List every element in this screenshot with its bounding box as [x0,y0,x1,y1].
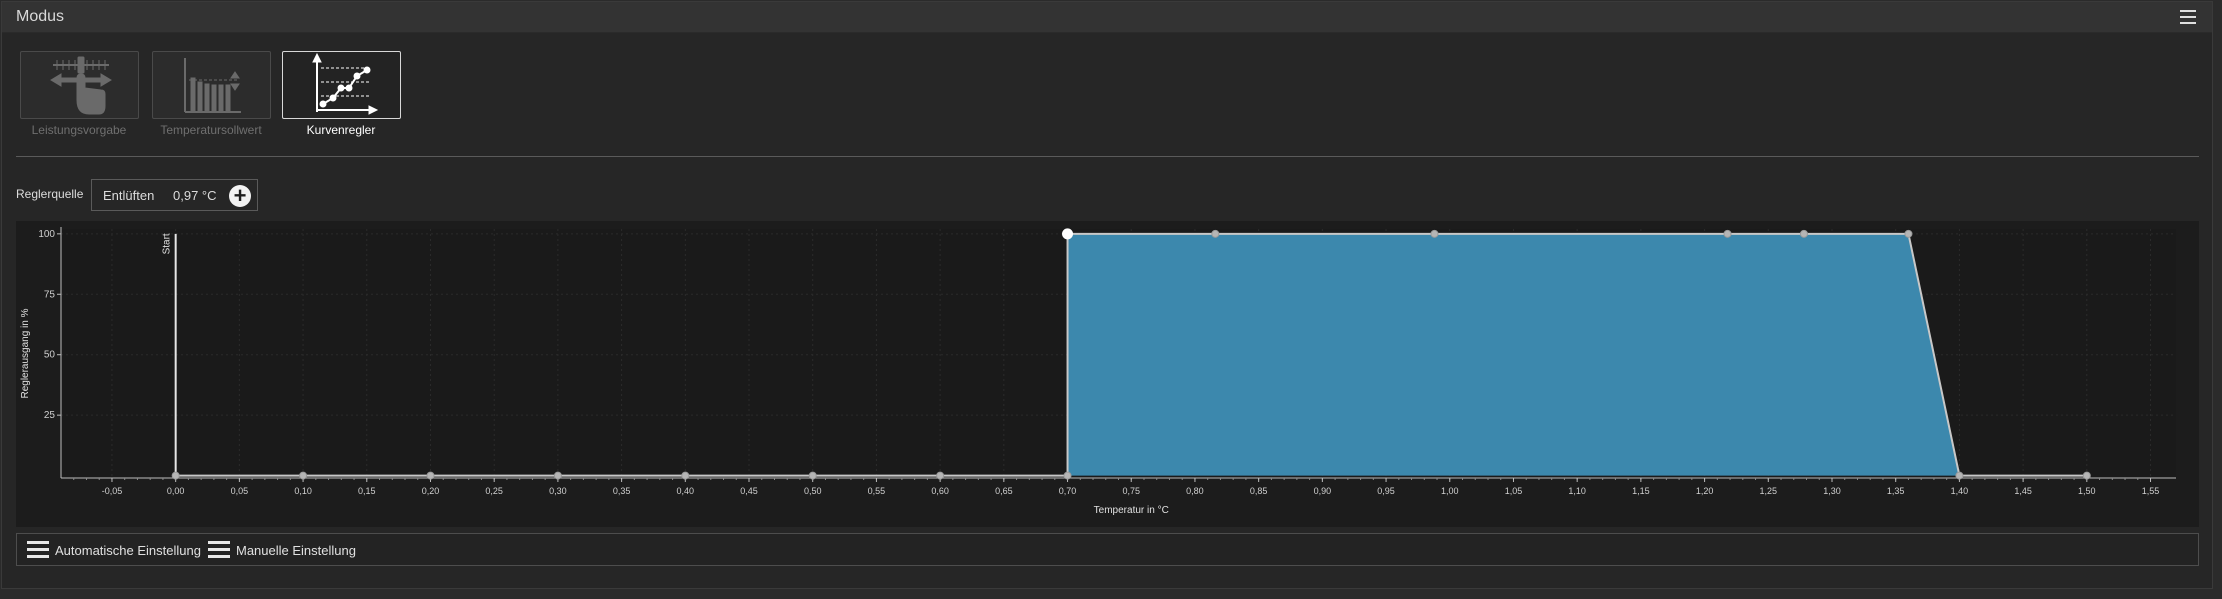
curve-point[interactable] [1723,229,1732,238]
menu-lines-icon [208,541,230,559]
curve-point[interactable] [299,471,308,480]
automatic-setting-label: Automatische Einstellung [55,543,201,558]
curve-point[interactable] [2082,471,2091,480]
manual-setting-label: Manuelle Einstellung [236,543,356,558]
settings-toolbar: Automatische Einstellung Manuelle Einste… [16,533,2199,566]
x-tick-label: 1,45 [2014,486,2032,496]
automatic-setting-button[interactable]: Automatische Einstellung [27,534,201,565]
x-tick-label: 0,40 [677,486,695,496]
mode-button-leistungsvorgabe[interactable] [20,51,139,119]
source-value: 0,97 °C [173,188,217,203]
curve-chart-svg[interactable]: -0,05 0,00 0,05 0,10 0,15 0,20 0,25 0,30 0,35 0,4… [16,221,2199,527]
controller-source-selector[interactable]: Entlüften 0,97 °C + [91,179,258,211]
x-tick-label: 0,55 [868,486,886,496]
mode-label-kurvenregler: Kurvenregler [306,123,376,137]
x-axis-label: Temperatur in °C [1094,505,1169,516]
x-tick-label: 0,90 [1314,486,1332,496]
x-tick-label: 0,10 [294,486,312,496]
curve-point[interactable] [1904,229,1913,238]
x-tick-label: 1,10 [1568,486,1586,496]
curve-point[interactable] [1063,471,1072,480]
start-marker-label: Start [162,233,173,254]
x-tick-label: -0,05 [102,486,123,496]
curve-point[interactable] [1211,229,1220,238]
curve-chart[interactable]: -0,05 0,00 0,05 0,10 0,15 0,20 0,25 0,30 0,35 0,4… [16,221,2199,527]
x-tick-label: 0,85 [1250,486,1268,496]
curve-point[interactable] [426,471,435,480]
x-tick-label: 1,20 [1696,486,1714,496]
x-tick-label: 0,25 [485,486,503,496]
x-tick-label: 1,00 [1441,486,1459,496]
panel-title: Modus [16,8,65,25]
mode-panel: Modus Leistungsvorgabe Temperatursollwer… [1,1,2213,589]
y-tick-label: 50 [44,350,56,361]
x-tick-label: 0,30 [549,486,567,496]
curve-point[interactable] [1799,229,1808,238]
curve-point[interactable] [171,471,180,480]
x-tick-label: 0,75 [1122,486,1140,496]
source-name: Entlüften [103,188,155,203]
curve-point[interactable] [808,471,817,480]
x-tick-label: 1,35 [1887,486,1905,496]
manual-slider-hand-icon [50,56,112,115]
x-tick-label: 1,50 [2078,486,2096,496]
panel-titlebar: Modus [2,2,2212,33]
x-tick-label: 0,05 [231,486,249,496]
x-tick-label: 1,40 [1951,486,1969,496]
y-tick-label: 25 [44,410,56,421]
x-tick-label: 1,15 [1632,486,1650,496]
x-tick-label: 1,25 [1760,486,1778,496]
mode-button-temperatursollwert[interactable] [152,51,271,119]
hamburger-menu-icon[interactable] [2180,10,2196,24]
x-tick-label: 0,20 [422,486,440,496]
y-axis-label: Reglerausgang in % [20,308,31,398]
setpoint-bars-icon [184,58,241,113]
curve-point[interactable] [1955,471,1964,480]
y-tick-label: 100 [38,229,55,240]
x-tick-label: 0,70 [1059,486,1077,496]
controller-source-label: Reglerquelle [16,187,84,201]
menu-lines-icon [27,541,49,559]
x-tick-label: 1,05 [1505,486,1523,496]
mode-button-kurvenregler[interactable] [282,51,401,119]
mode-label-leistungsvorgabe: Leistungsvorgabe [31,123,127,137]
curve-point[interactable] [681,471,690,480]
x-tick-label: 0,50 [804,486,822,496]
manual-setting-button[interactable]: Manuelle Einstellung [208,534,358,565]
x-tick-label: 0,60 [931,486,949,496]
x-tick-label: 0,15 [358,486,376,496]
x-tick-label: 0,35 [613,486,631,496]
x-tick-label: 0,45 [740,486,758,496]
x-tick-label: 1,55 [2142,486,2160,496]
mode-label-temperatursollwert: Temperatursollwert [160,123,262,137]
curve-point[interactable] [936,471,945,480]
x-tick-label: 0,65 [995,486,1013,496]
section-divider [16,156,2199,157]
curve-point[interactable] [1062,228,1074,240]
y-tick-label: 75 [44,289,56,300]
x-tick-label: 0,80 [1186,486,1204,496]
plus-circle-icon[interactable]: + [229,185,251,207]
curve-point[interactable] [1430,229,1439,238]
x-tick-label: 1,30 [1823,486,1841,496]
x-tick-label: 0,00 [167,486,185,496]
curve-controller-icon [312,52,379,115]
x-tick-label: 0,95 [1377,486,1395,496]
curve-point[interactable] [553,471,562,480]
